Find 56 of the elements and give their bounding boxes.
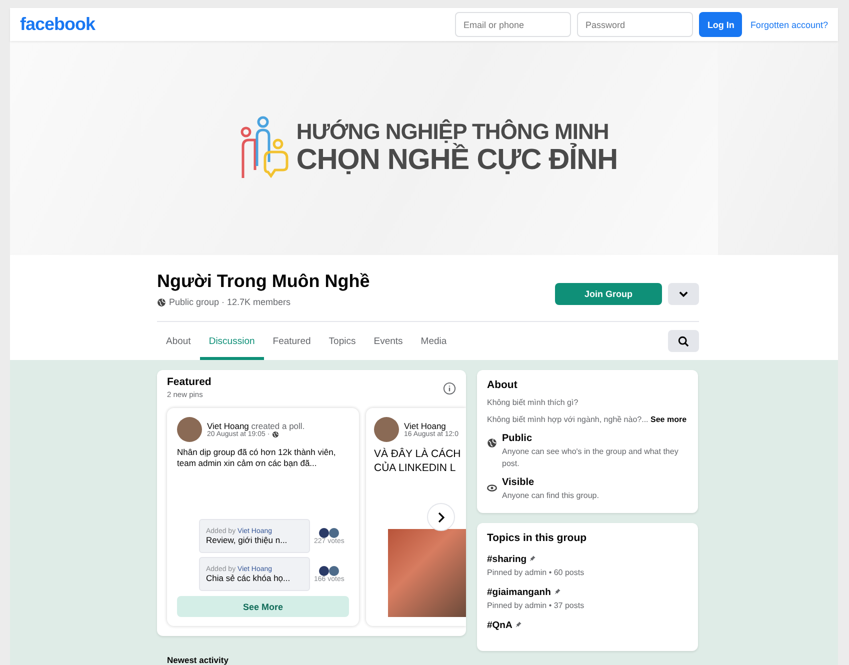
tab[interactable]: Featured [264,322,320,360]
post-author: Viet Hoang [404,421,447,431]
facebook-logo[interactable]: facebook [20,14,96,35]
password-field[interactable]: Password [577,12,694,37]
tab[interactable]: Events [364,322,412,360]
privacy-title: Visible [502,476,536,488]
featured-title: Featured [167,376,212,388]
pin-icon [529,554,536,562]
search-icon [678,336,689,346]
topic-meta: Pinned by admin • 60 posts [487,568,586,577]
option-label: Review, giới thiệu n... [206,534,288,544]
pin-icon [554,588,561,595]
info-icon[interactable] [443,382,456,395]
topic-link[interactable]: #giaimanganh [487,586,688,598]
avatar [374,417,399,442]
post-text: Nhân dịp group đã có hơn 12k thành viên, team admin xin cảm ơn các bạn đã... [177,447,337,470]
poll-post-card[interactable] [167,408,359,626]
cover-slogan: HƯỚNG NGHIỆP THÔNG MINH [296,118,609,144]
globe-icon [487,438,497,448]
avatar [177,417,202,442]
voter-avatars [319,566,340,576]
tab[interactable]: Media [412,322,456,360]
topic-meta: Pinned by admin • 37 posts [487,600,586,610]
newest-activity-heading: Newest activity [167,655,230,665]
group-name: Người Trong Muôn Nghề [157,271,370,292]
search-button[interactable] [668,330,699,352]
chevron-down-icon [679,291,688,297]
pin-icon [514,620,522,628]
group-meta: Public group · 12.7K members [169,297,291,307]
globe-icon [272,431,279,438]
topic-link[interactable]: #sharing [487,554,688,565]
chevron-right-icon [438,512,444,522]
privacy-title: Public [502,433,534,444]
post-author-line: Viet Hoang created a poll. [207,421,305,431]
eye-icon [487,484,497,492]
about-text: Không biết mình thích gì? [487,397,580,408]
option-label: Chia sẻ các khóa họ... [206,572,292,582]
about-title: About [487,379,518,391]
tab[interactable]: About [157,322,200,360]
post-headline: VÀ ĐÂY LÀ CÁCH [374,448,462,462]
forgotten-account-link[interactable]: Forgotten account? [750,20,828,30]
globe-icon [157,298,166,306]
more-button[interactable] [668,283,699,305]
about-text: Không biết mình hợp với ngành, nghề nào?... See more [487,414,688,426]
email-field[interactable]: Email or phone [455,12,572,37]
see-more-button[interactable]: See More [177,596,349,617]
login-button[interactable]: Log In [699,12,742,37]
privacy-text: Anyone can find this group. [502,490,599,501]
topic-link[interactable]: #QnA [487,620,688,631]
topics-title: Topics in this group [487,532,588,544]
privacy-text: Anyone can see who's in the group and what they post. [502,446,680,469]
tab[interactable]: Topics [320,322,365,360]
voter-avatars [319,528,340,538]
join-group-button[interactable]: Join Group [555,283,662,305]
post-headline: CỦA LINKEDIN L [374,462,457,476]
cover-slogan: CHỌN NGHỀ CỰC ĐỈNH [296,144,618,178]
